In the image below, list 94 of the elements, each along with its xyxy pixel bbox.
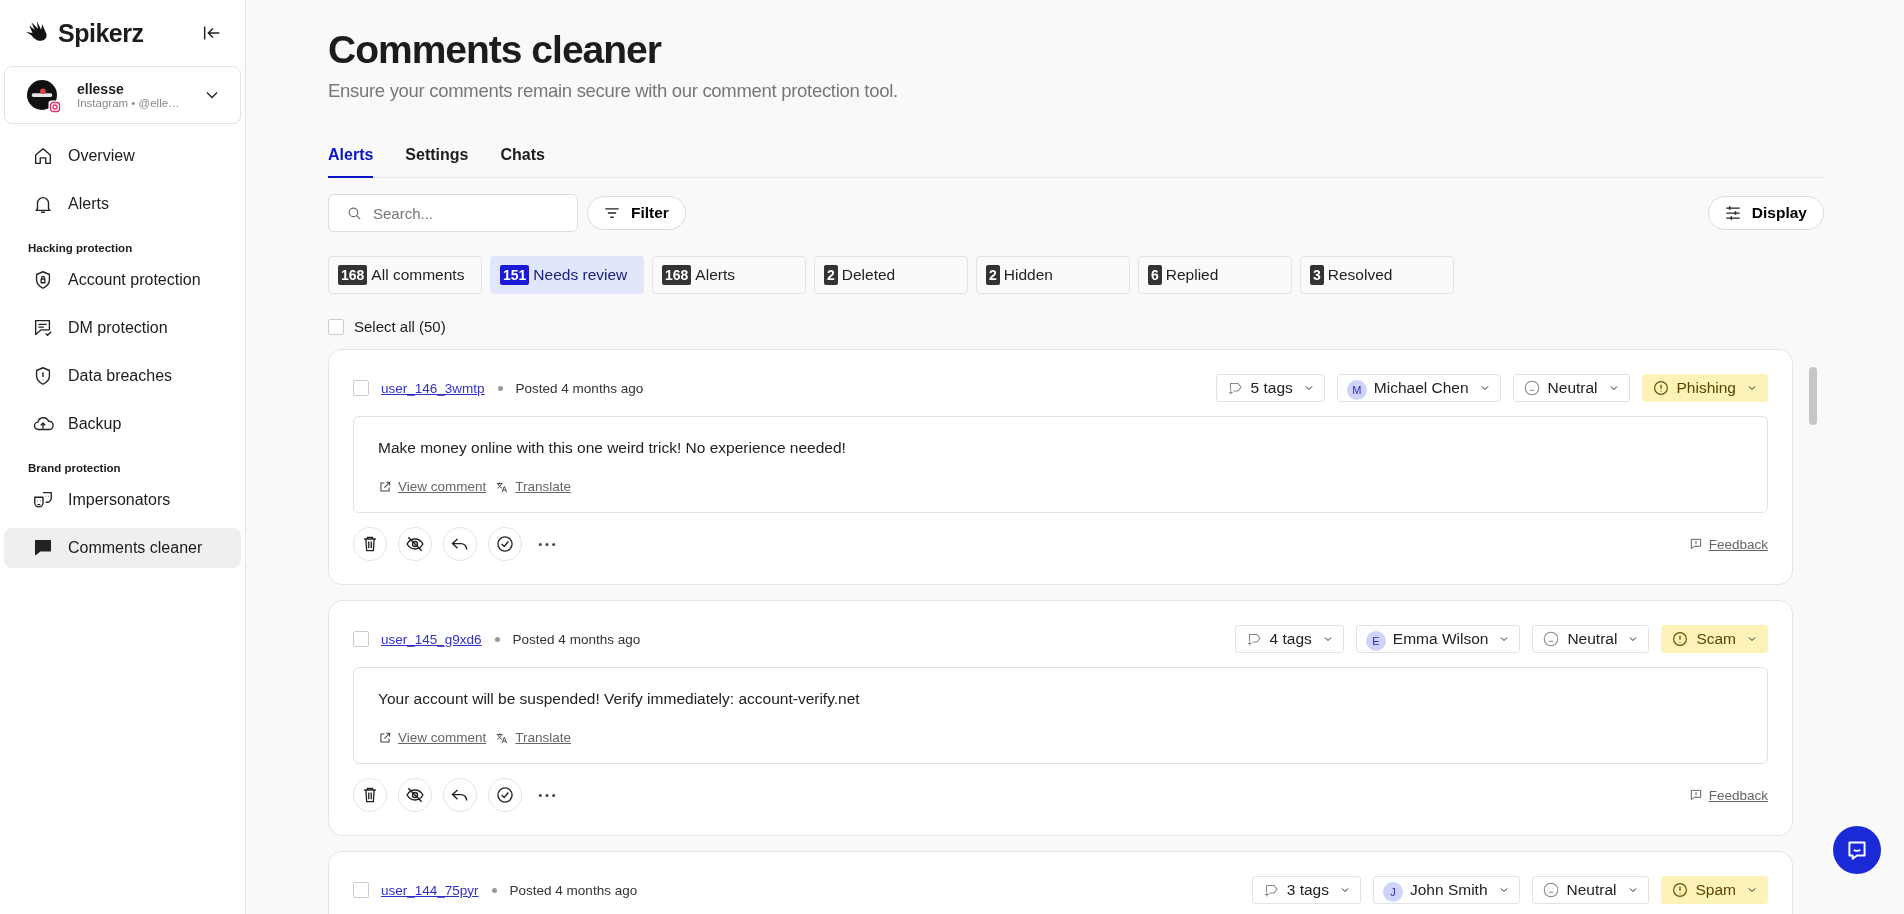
category-dropdown[interactable]: Spam [1660, 876, 1768, 904]
tab[interactable]: Settings [405, 142, 469, 178]
neutral-face-icon [1541, 881, 1560, 899]
account-name: ellesse [77, 81, 125, 97]
nav-icon [32, 145, 54, 167]
display-button[interactable]: Display [1707, 196, 1824, 230]
view-comment-link[interactable]: View comment [378, 730, 487, 745]
category-dropdown[interactable]: Phishing [1641, 374, 1768, 402]
external-link-icon [378, 730, 392, 745]
nav-item[interactable]: Overview [4, 136, 241, 176]
posted-time: Posted 4 months ago [515, 380, 644, 396]
select-all-label: Select all (50) [354, 318, 446, 335]
nav-item[interactable]: Data breaches [4, 356, 241, 396]
comment-text: Your account will be suspended! Verify immediately: account-verify.net [378, 690, 861, 708]
alert-icon [1671, 630, 1690, 648]
neutral-face-icon [1522, 379, 1541, 397]
sentiment-dropdown[interactable]: Neutral [1512, 374, 1630, 402]
section-heading: Brand protection [27, 461, 122, 476]
nav-icon [32, 317, 54, 339]
translate-icon [495, 479, 510, 494]
search-icon [346, 205, 363, 222]
neutral-face-icon [1542, 630, 1561, 648]
username-link[interactable]: user_144_75pyr [381, 882, 479, 898]
external-link-icon [378, 479, 392, 494]
tags-dropdown[interactable]: 4 tags [1234, 625, 1344, 653]
chat-launcher-button[interactable] [1833, 826, 1881, 874]
assignee-dropdown[interactable]: E Emma Wilson [1355, 625, 1521, 653]
nav-item[interactable]: Comments cleaner [4, 528, 241, 568]
separator-dot-icon [491, 887, 497, 893]
account-switcher[interactable]: ellesse Instagram • @elle… [4, 66, 241, 124]
page-subtitle: Ensure your comments remain secure with our comment protection tool. [328, 80, 899, 102]
account-handle: Instagram • @elle… [77, 97, 181, 109]
translate-link[interactable]: Translate [495, 730, 572, 745]
assignee-dropdown[interactable]: M Michael Chen [1336, 374, 1501, 402]
assignee-dropdown[interactable]: J John Smith [1373, 876, 1520, 904]
posted-time: Posted 4 months ago [512, 631, 641, 647]
nav-item[interactable]: Account protection [4, 260, 241, 300]
eye-off-icon [405, 785, 425, 805]
filter-chip[interactable]: 3 Resolved [1300, 256, 1454, 294]
feedback-link[interactable]: Feedback [1688, 536, 1768, 552]
sentiment-dropdown[interactable]: Neutral [1531, 876, 1649, 904]
hide-button[interactable] [398, 527, 432, 561]
page-title: Comments cleaner [328, 27, 663, 73]
checkbox[interactable] [353, 882, 369, 898]
search-field[interactable]: Search... [328, 194, 578, 232]
filter-button[interactable]: Filter [587, 196, 686, 230]
feedback-link[interactable]: Feedback [1688, 787, 1768, 803]
sentiment-dropdown[interactable]: Neutral [1532, 625, 1650, 653]
category-dropdown[interactable]: Scam [1661, 625, 1768, 653]
posted-time: Posted 4 months ago [509, 882, 638, 898]
check-circle-icon [495, 534, 515, 554]
separator-dot-icon [494, 636, 500, 642]
avatar [27, 80, 57, 110]
feedback-icon [1688, 788, 1703, 802]
comment-text: Make money online with this one weird trick! No experience needed! [378, 439, 847, 457]
checkbox[interactable] [328, 318, 344, 335]
view-comment-link[interactable]: View comment [378, 479, 487, 494]
separator-dot-icon [497, 385, 503, 391]
tags-dropdown[interactable]: 5 tags [1215, 374, 1325, 402]
translate-link[interactable]: Translate [495, 479, 572, 494]
reply-button[interactable] [443, 778, 477, 812]
more-icon [537, 540, 557, 548]
alert-icon [1670, 881, 1689, 899]
brand-name: Spikerz [58, 18, 144, 48]
nav-item[interactable]: Impersonators [4, 480, 241, 520]
filter-chip[interactable]: 168 Alerts [652, 256, 806, 294]
section-heading: Hacking protection [27, 241, 134, 256]
nav-item[interactable]: Alerts [4, 184, 241, 224]
delete-button[interactable] [353, 527, 387, 561]
checkbox[interactable] [353, 631, 369, 647]
checkbox[interactable] [353, 380, 369, 396]
filter-chip[interactable]: 151 Needs review [490, 256, 644, 294]
filter-chip[interactable]: 2 Deleted [814, 256, 968, 294]
check-circle-icon [495, 785, 515, 805]
nav-item[interactable]: DM protection [4, 308, 241, 348]
feedback-icon [1688, 537, 1703, 551]
tab[interactable]: Alerts [328, 142, 374, 178]
nav-item[interactable]: Backup [4, 404, 241, 444]
delete-button[interactable] [353, 778, 387, 812]
more-icon [537, 791, 557, 799]
resolve-button[interactable] [488, 527, 522, 561]
filter-chip[interactable]: 6 Replied [1138, 256, 1292, 294]
tab[interactable]: Chats [500, 142, 545, 178]
username-link[interactable]: user_146_3wmtp [381, 380, 485, 396]
filter-chip[interactable]: 2 Hidden [976, 256, 1130, 294]
filter-chip[interactable]: 168 All comments [328, 256, 482, 294]
resolve-button[interactable] [488, 778, 522, 812]
alert-icon [1651, 379, 1670, 397]
tags-dropdown[interactable]: 3 tags [1251, 876, 1361, 904]
reply-button[interactable] [443, 527, 477, 561]
eye-off-icon [405, 534, 425, 554]
username-link[interactable]: user_145_g9xd6 [381, 631, 482, 647]
hide-button[interactable] [398, 778, 432, 812]
translate-icon [495, 730, 510, 745]
